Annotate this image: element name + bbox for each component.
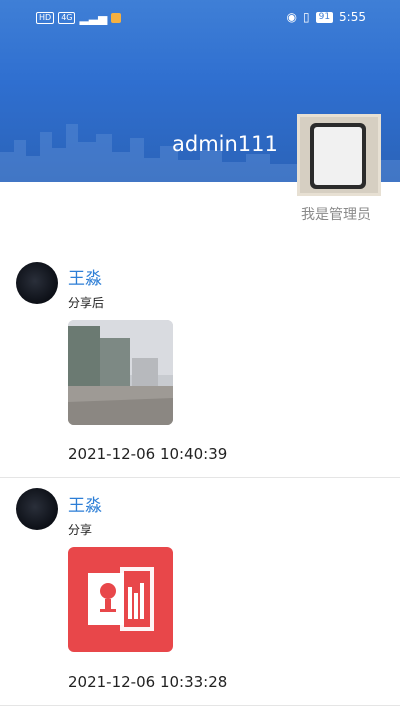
- post-avatar[interactable]: [16, 488, 58, 530]
- hd-badge: HD: [36, 12, 55, 24]
- post-text: 分享后: [68, 296, 105, 310]
- profile-username: admin111: [172, 132, 278, 156]
- network-badge: 4G: [58, 12, 76, 24]
- notification-icon: [111, 13, 122, 23]
- post-text: 分享: [68, 523, 93, 537]
- post-photo[interactable]: [68, 320, 173, 425]
- status-time: 5:55: [339, 10, 366, 24]
- status-bar: HD 4G ▂▃▅ ◉ ▯ 91 5:55: [0, 0, 400, 34]
- signal-icon: ▂▃▅: [79, 11, 108, 25]
- battery-level: 91: [315, 11, 334, 23]
- post-avatar[interactable]: [16, 262, 58, 304]
- post-timestamp: 2021-12-06 10:40:39: [68, 445, 228, 463]
- post-author[interactable]: 王淼: [68, 491, 102, 516]
- eye-icon: ◉: [286, 10, 297, 24]
- building-photo: [68, 320, 173, 425]
- vibrate-icon: ▯: [302, 10, 310, 24]
- post-divider: [0, 705, 400, 706]
- phone-screen: [314, 127, 362, 185]
- post-author[interactable]: 王淼: [68, 264, 102, 289]
- post-divider: [0, 477, 400, 478]
- post-media[interactable]: [68, 547, 173, 652]
- audio-document-icon: [68, 547, 173, 652]
- profile-photo[interactable]: [297, 114, 381, 196]
- profile-role: 我是管理员: [301, 207, 371, 223]
- post-timestamp: 2021-12-06 10:33:28: [68, 673, 228, 691]
